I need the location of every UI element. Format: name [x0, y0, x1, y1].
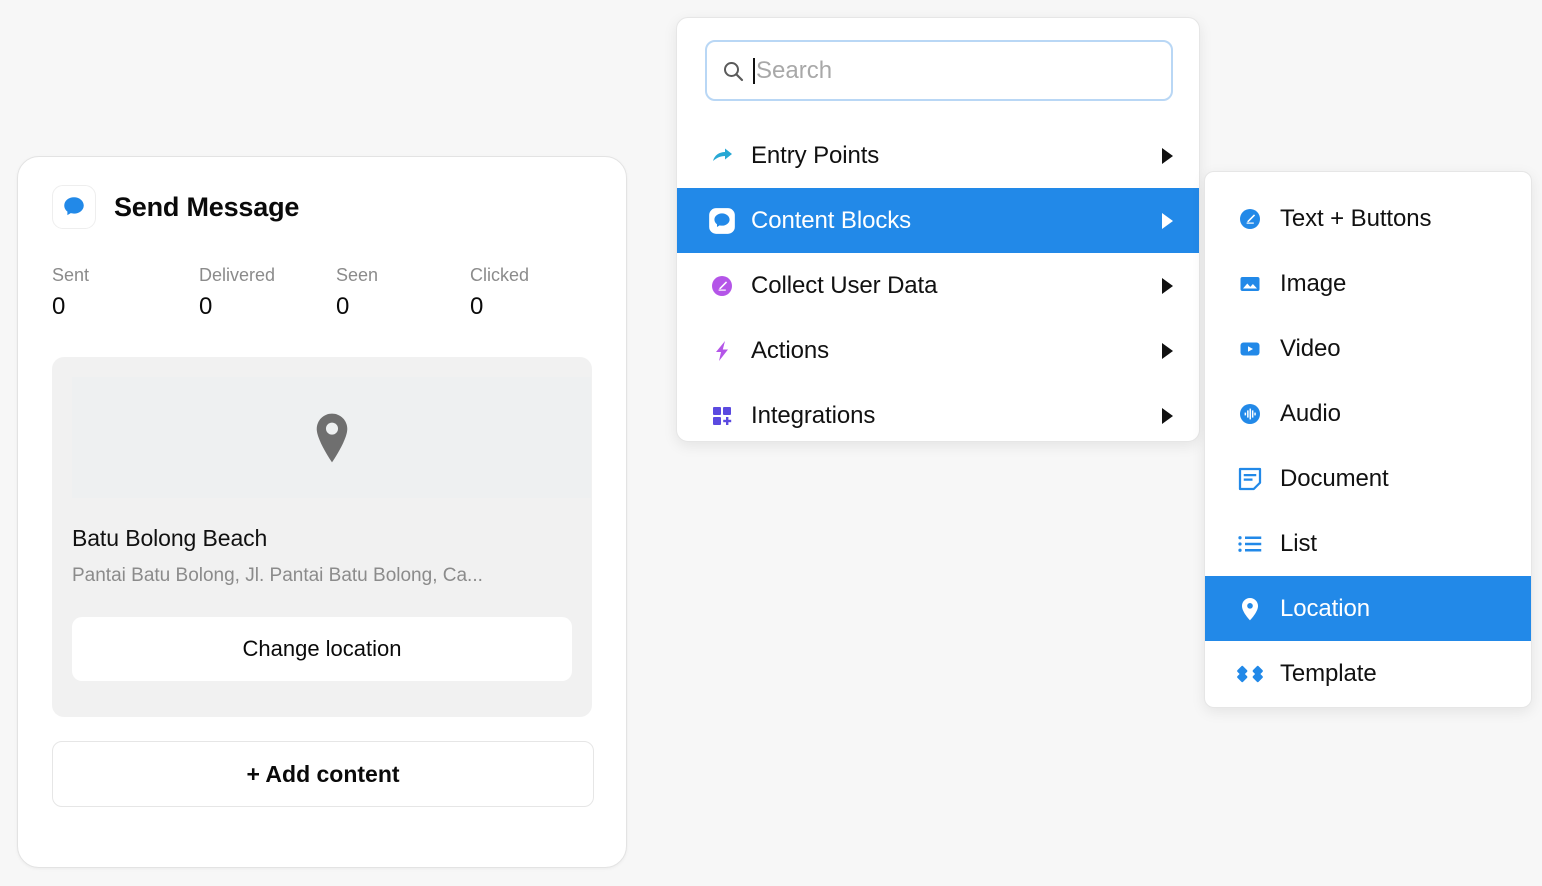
- map-placeholder: [72, 377, 591, 498]
- stat-delivered: Delivered 0: [199, 263, 275, 323]
- chat-bubble-icon: [52, 185, 96, 229]
- list-icon: [1238, 535, 1262, 552]
- submenu-item-text-buttons[interactable]: Text + Buttons: [1205, 186, 1531, 251]
- video-play-icon: [1235, 334, 1265, 364]
- grid-plus-icon: [707, 401, 737, 431]
- menu-item-actions[interactable]: Actions: [677, 318, 1199, 383]
- stat-label: Delivered: [199, 265, 276, 285]
- add-block-menu: Entry Points Content Blocks: [676, 17, 1200, 442]
- stat-label: Clicked: [470, 265, 530, 285]
- submenu-item-label: Video: [1280, 334, 1341, 362]
- location-address: Pantai Batu Bolong, Jl. Pantai Batu Bolo…: [72, 565, 483, 586]
- stat-clicked: Clicked 0: [470, 263, 529, 323]
- chevron-right-icon: [1162, 147, 1173, 164]
- submenu-item-label: List: [1280, 529, 1317, 557]
- menu-item-content-blocks[interactable]: Content Blocks: [677, 188, 1199, 253]
- search-field-wrapper[interactable]: [705, 40, 1173, 101]
- stat-value: 0: [52, 293, 66, 320]
- document-icon: [1238, 467, 1262, 490]
- map-pin-icon: [1235, 594, 1265, 624]
- submenu-item-video[interactable]: Video: [1205, 316, 1531, 381]
- submenu-item-document[interactable]: Document: [1205, 446, 1531, 511]
- submenu-item-template[interactable]: Template: [1205, 641, 1531, 706]
- chevron-right-icon: [1162, 407, 1173, 424]
- submenu-item-location[interactable]: Location: [1205, 576, 1531, 641]
- submenu-item-list[interactable]: List: [1205, 511, 1531, 576]
- node-header: Send Message: [52, 185, 299, 229]
- stat-value: 0: [199, 293, 213, 320]
- location-name: Batu Bolong Beach: [72, 525, 268, 551]
- pencil-circle-icon: [1235, 204, 1265, 234]
- content-blocks-submenu: Text + Buttons Image Video Audio Documen…: [1204, 171, 1532, 708]
- chevron-right-icon: [1162, 277, 1173, 294]
- menu-item-label: Integrations: [751, 401, 876, 429]
- chevron-right-icon: [1162, 212, 1173, 229]
- menu-item-label: Entry Points: [751, 141, 880, 169]
- submenu-item-label: Image: [1280, 269, 1347, 297]
- menu-item-label: Actions: [751, 336, 830, 364]
- stat-seen: Seen 0: [336, 263, 378, 323]
- audio-wave-icon: [1235, 399, 1265, 429]
- chat-bubble-icon: [707, 206, 737, 236]
- pencil-circle-icon: [707, 271, 737, 301]
- template-icon: [1237, 665, 1263, 682]
- map-pin-icon: [316, 413, 347, 462]
- submenu-item-label: Document: [1280, 464, 1389, 492]
- text-caret: [753, 57, 755, 84]
- submenu-item-label: Text + Buttons: [1280, 204, 1432, 232]
- curved-arrow-icon: [707, 141, 737, 171]
- submenu-item-label: Template: [1280, 659, 1377, 687]
- image-icon: [1235, 269, 1265, 299]
- stat-value: 0: [470, 293, 484, 320]
- menu-list: Entry Points Content Blocks Collect User…: [677, 123, 1199, 441]
- menu-item-collect-user-data[interactable]: Collect User Data: [677, 253, 1199, 318]
- submenu-item-label: Location: [1280, 594, 1370, 622]
- location-content-block[interactable]: Batu Bolong Beach Pantai Batu Bolong, Jl…: [52, 357, 592, 717]
- add-content-button[interactable]: + Add content: [52, 741, 594, 807]
- stat-sent: Sent 0: [52, 263, 89, 323]
- stat-label: Seen: [336, 265, 379, 285]
- submenu-item-image[interactable]: Image: [1205, 251, 1531, 316]
- search-icon: [721, 59, 745, 83]
- search-input[interactable]: [756, 56, 1157, 85]
- submenu-item-audio[interactable]: Audio: [1205, 381, 1531, 446]
- page-title: Send Message: [114, 191, 300, 222]
- canvas: Send Message Sent 0 Delivered 0 Seen 0 C…: [0, 0, 1542, 886]
- submenu-list: Text + Buttons Image Video Audio Documen…: [1205, 186, 1531, 706]
- lightning-bolt-icon: [707, 336, 737, 366]
- submenu-item-label: Audio: [1280, 399, 1341, 427]
- menu-item-integrations[interactable]: Integrations: [677, 383, 1199, 441]
- stat-value: 0: [336, 293, 350, 320]
- chevron-right-icon: [1162, 342, 1173, 359]
- menu-item-label: Collect User Data: [751, 271, 938, 299]
- change-location-button[interactable]: Change location: [72, 617, 572, 681]
- menu-item-label: Content Blocks: [751, 206, 912, 234]
- send-message-node-card[interactable]: Send Message Sent 0 Delivered 0 Seen 0 C…: [17, 156, 627, 868]
- stat-label: Sent: [52, 265, 90, 285]
- menu-item-entry-points[interactable]: Entry Points: [677, 123, 1199, 188]
